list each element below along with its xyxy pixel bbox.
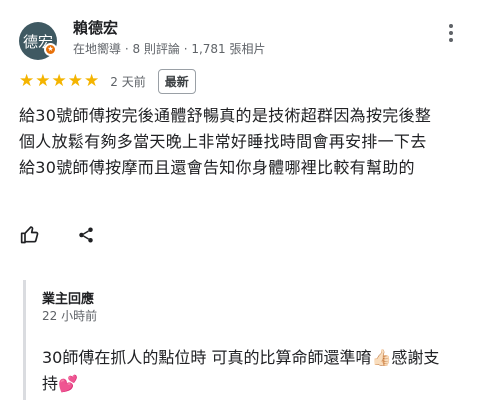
thumbs-up-icon[interactable] — [19, 225, 41, 245]
owner-reply: 業主回應 22 小時前 30師傅在抓人的點位時 可真的比算命師還準唷👍🏻感謝支持… — [23, 280, 463, 400]
share-icon[interactable] — [77, 226, 95, 244]
reviewer-meta: 在地嚮導 · 8 則評論 · 1,781 張相片 — [73, 42, 266, 56]
star-icon: ★ — [35, 70, 51, 91]
thumbs-up-emoji: 👍🏻 — [371, 348, 392, 367]
review-text: 給30號師傅按完後通體舒暢真的是技術超群因為按完後整個人放鬆有夠多當天晚上非常好… — [19, 106, 432, 177]
star-icon: ★ — [51, 70, 67, 91]
star-icon: ★ — [84, 70, 100, 91]
star-rating: ★ ★ ★ ★ ★ — [19, 70, 100, 91]
star-icon: ★ — [19, 70, 35, 91]
more-vert-icon[interactable] — [444, 22, 458, 44]
owner-reply-time: 22 小時前 — [42, 309, 98, 323]
review-time: 2 天前 — [110, 74, 146, 89]
two-hearts-emoji: 💕 — [58, 374, 78, 393]
rating-row: ★ ★ ★ ★ ★ 2 天前 最新 — [19, 68, 196, 94]
reviewer-name[interactable]: 賴德宏 — [73, 17, 118, 38]
star-icon: ★ — [67, 70, 83, 91]
owner-reply-text: 30師傅在抓人的點位時 可真的比算命師還準唷👍🏻感謝支持💕 — [42, 345, 452, 397]
newest-badge: 最新 — [157, 68, 196, 94]
owner-reply-title: 業主回應 — [42, 292, 95, 307]
owner-reply-text-part1: 30師傅在抓人的點位時 可真的比算命師還準唷 — [42, 348, 372, 367]
review-actions — [19, 225, 95, 245]
local-guide-badge-icon: ★ — [44, 43, 57, 56]
